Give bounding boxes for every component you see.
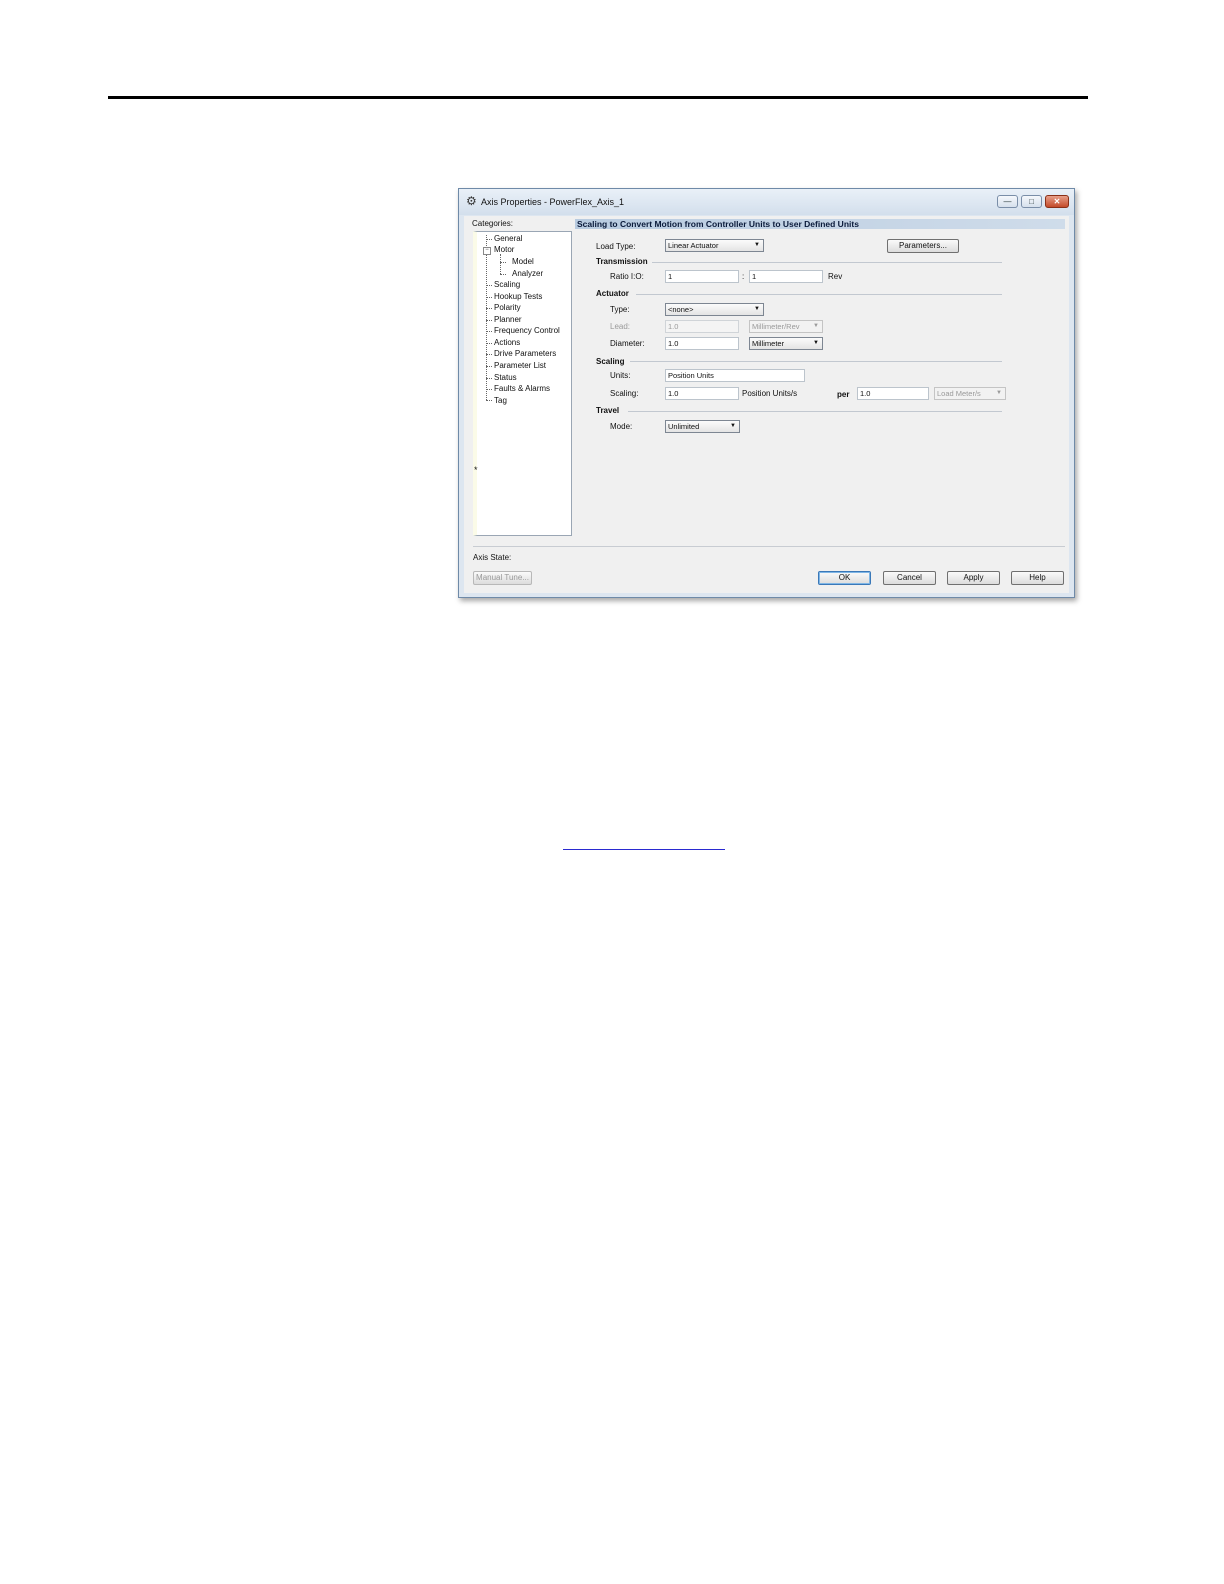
dialog-client-area: Categories: − General Motor Model Analyz… — [464, 216, 1069, 593]
tree-connector — [486, 366, 492, 367]
tree-connector — [486, 378, 492, 379]
scaling-group-label: Scaling — [596, 357, 625, 366]
diameter-unit-dropdown[interactable]: Millimeter ▼ — [749, 337, 823, 350]
ratio-output-field[interactable]: 1 — [749, 270, 823, 283]
tree-item-model[interactable]: Model — [512, 257, 534, 266]
group-divider — [636, 294, 1002, 295]
chevron-down-icon: ▼ — [730, 423, 736, 429]
tree-item-hookup-tests[interactable]: Hookup Tests — [494, 292, 542, 301]
ok-button[interactable]: OK — [818, 571, 871, 585]
diameter-label: Diameter: — [610, 339, 645, 348]
tree-connector — [486, 343, 492, 344]
group-divider — [628, 411, 1002, 412]
modified-marker: * — [474, 465, 478, 475]
close-button[interactable]: ✕ — [1045, 195, 1069, 208]
units-input-field[interactable]: Position Units — [665, 369, 805, 382]
tree-item-general[interactable]: General — [494, 234, 522, 243]
tree-connector — [486, 354, 492, 355]
footer-divider — [473, 546, 1065, 547]
hyperlink-underline[interactable] — [563, 849, 725, 850]
group-divider — [630, 361, 1002, 362]
tree-connector — [486, 389, 492, 390]
axis-state-label: Axis State: — [473, 553, 512, 562]
tree-connector — [486, 308, 492, 309]
per-input-field[interactable]: 1.0 — [857, 387, 929, 400]
tree-item-motor[interactable]: Motor — [494, 245, 514, 254]
per-label: per — [837, 390, 850, 399]
scaling-label: Scaling: — [610, 389, 639, 398]
tree-connector — [486, 331, 492, 332]
page-header-rule — [108, 96, 1088, 99]
lead-input-field[interactable]: 1.0 — [665, 320, 739, 333]
maximize-button[interactable]: □ — [1021, 195, 1042, 208]
mode-label: Mode: — [610, 422, 633, 431]
chevron-down-icon: ▼ — [813, 340, 819, 346]
load-type-value: Linear Actuator — [668, 241, 719, 250]
tree-item-tag[interactable]: Tag — [494, 396, 507, 405]
diameter-input-field[interactable]: 1.0 — [665, 337, 739, 350]
ratio-unit-label: Rev — [828, 272, 843, 281]
group-divider — [652, 262, 1002, 263]
tree-item-planner[interactable]: Planner — [494, 315, 522, 324]
tree-item-parameter-list[interactable]: Parameter List — [494, 361, 546, 370]
tree-item-drive-parameters[interactable]: Drive Parameters — [494, 349, 556, 358]
load-type-dropdown[interactable]: Linear Actuator ▼ — [665, 239, 764, 252]
ratio-input-field[interactable]: 1 — [665, 270, 739, 283]
load-type-label: Load Type: — [596, 242, 636, 251]
actuator-type-value: <none> — [668, 305, 694, 314]
tree-item-faults-alarms[interactable]: Faults & Alarms — [494, 384, 550, 393]
chevron-down-icon: ▼ — [996, 390, 1002, 396]
categories-label: Categories: — [472, 219, 513, 228]
tree-item-frequency-control[interactable]: Frequency Control — [494, 326, 560, 335]
tree-connector — [486, 285, 492, 286]
tree-connector — [500, 274, 506, 275]
tree-item-scaling[interactable]: Scaling — [494, 280, 520, 289]
tree-item-actions[interactable]: Actions — [494, 338, 520, 347]
manual-tune-button[interactable]: Manual Tune... — [473, 571, 532, 585]
ratio-label: Ratio I:O: — [610, 272, 644, 281]
transmission-group-label: Transmission — [596, 257, 648, 266]
scaling-unit-label: Position Units/s — [742, 389, 798, 398]
apply-button[interactable]: Apply — [947, 571, 1000, 585]
window-title: Axis Properties - PowerFlex_Axis_1 — [481, 197, 625, 207]
lead-unit-dropdown[interactable]: Millimeter/Rev ▼ — [749, 320, 823, 333]
parameters-button[interactable]: Parameters... — [887, 239, 959, 253]
diameter-unit-value: Millimeter — [752, 339, 785, 348]
chevron-down-icon: ▼ — [754, 242, 760, 248]
chevron-down-icon: ▼ — [813, 323, 819, 329]
actuator-type-label: Type: — [610, 305, 630, 314]
per-unit-value: Load Meter/s — [937, 389, 981, 398]
tree-connector — [486, 239, 492, 240]
lead-unit-value: Millimeter/Rev — [752, 322, 800, 331]
tree-item-analyzer[interactable]: Analyzer — [512, 269, 543, 278]
chevron-down-icon: ▼ — [754, 306, 760, 312]
tree-connector — [486, 320, 492, 321]
per-unit-dropdown[interactable]: Load Meter/s ▼ — [934, 387, 1006, 400]
cancel-button[interactable]: Cancel — [883, 571, 936, 585]
gear-icon: ⚙ — [466, 194, 477, 208]
minimize-button[interactable]: — — [997, 195, 1018, 208]
axis-properties-dialog: ⚙ Axis Properties - PowerFlex_Axis_1 — □… — [458, 188, 1075, 598]
tree-guide-line — [500, 254, 501, 274]
tree-connector — [500, 262, 506, 263]
ratio-separator: : — [742, 272, 745, 281]
help-button[interactable]: Help — [1011, 571, 1064, 585]
collapse-icon[interactable]: − — [483, 247, 491, 255]
travel-mode-dropdown[interactable]: Unlimited ▼ — [665, 420, 740, 433]
categories-tree[interactable]: − General Motor Model Analyzer Scaling H… — [473, 231, 572, 536]
title-bar[interactable]: ⚙ Axis Properties - PowerFlex_Axis_1 — □… — [459, 189, 1074, 215]
units-label: Units: — [610, 371, 631, 380]
actuator-group-label: Actuator — [596, 289, 629, 298]
tree-connector — [486, 400, 492, 401]
travel-group-label: Travel — [596, 406, 620, 415]
actuator-type-dropdown[interactable]: <none> ▼ — [665, 303, 764, 316]
lead-label: Lead: — [610, 322, 631, 331]
tree-item-status[interactable]: Status — [494, 373, 517, 382]
scaling-input-field[interactable]: 1.0 — [665, 387, 739, 400]
travel-mode-value: Unlimited — [668, 422, 700, 431]
tree-connector — [486, 297, 492, 298]
tree-guide-line — [486, 235, 487, 400]
tree-item-polarity[interactable]: Polarity — [494, 303, 521, 312]
section-header: Scaling to Convert Motion from Controlle… — [575, 219, 1065, 229]
